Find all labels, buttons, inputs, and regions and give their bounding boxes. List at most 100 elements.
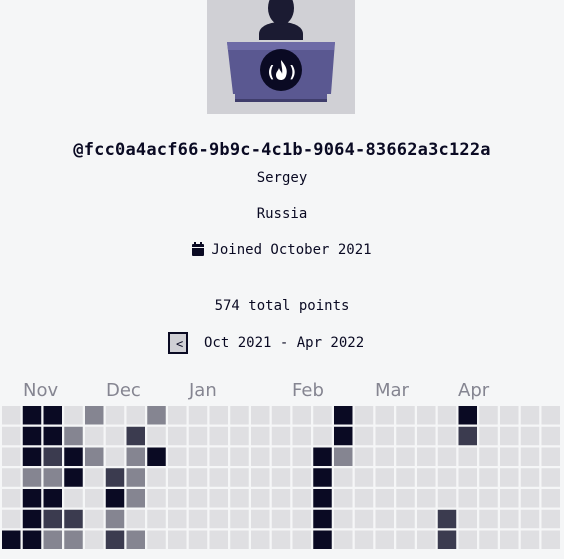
heatmap-cell[interactable] bbox=[437, 509, 457, 529]
heatmap-cell[interactable] bbox=[85, 426, 104, 446]
heatmap-cell[interactable] bbox=[43, 426, 63, 446]
heatmap-cell[interactable] bbox=[147, 468, 166, 487]
heatmap-cell[interactable] bbox=[375, 530, 395, 550]
heatmap-cell[interactable] bbox=[230, 426, 249, 446]
heatmap-cell[interactable] bbox=[64, 530, 83, 550]
heatmap-cell[interactable] bbox=[458, 406, 478, 425]
heatmap-cell[interactable] bbox=[458, 447, 478, 467]
heatmap-cell[interactable] bbox=[417, 406, 436, 425]
heatmap-cell[interactable] bbox=[64, 509, 83, 529]
heatmap-cell[interactable] bbox=[417, 447, 436, 467]
heatmap-cell[interactable] bbox=[126, 406, 146, 425]
heatmap-cell[interactable] bbox=[105, 426, 125, 446]
heatmap-cell[interactable] bbox=[168, 426, 187, 446]
heatmap-cell[interactable] bbox=[479, 509, 498, 529]
heatmap-cell[interactable] bbox=[188, 426, 208, 446]
heatmap-cell[interactable] bbox=[168, 530, 187, 550]
heatmap-cell[interactable] bbox=[209, 406, 229, 425]
heatmap-cell[interactable] bbox=[500, 406, 519, 425]
heatmap-cell[interactable] bbox=[313, 489, 332, 508]
heatmap-cell[interactable] bbox=[541, 489, 561, 508]
heatmap-cell[interactable] bbox=[251, 447, 270, 467]
heatmap-cell[interactable] bbox=[500, 468, 519, 487]
heatmap-cell[interactable] bbox=[85, 406, 104, 425]
heatmap-cell[interactable] bbox=[417, 509, 436, 529]
heatmap-cell[interactable] bbox=[500, 509, 519, 529]
heatmap-cell[interactable] bbox=[22, 406, 42, 425]
heatmap-cell[interactable] bbox=[251, 426, 270, 446]
heatmap-cell[interactable] bbox=[520, 406, 540, 425]
heatmap-cell[interactable] bbox=[2, 509, 21, 529]
heatmap-cell[interactable] bbox=[251, 406, 270, 425]
heatmap-cell[interactable] bbox=[271, 426, 291, 446]
heatmap-cell[interactable] bbox=[479, 468, 498, 487]
heatmap-cell[interactable] bbox=[520, 468, 540, 487]
heatmap-cell[interactable] bbox=[22, 426, 42, 446]
heatmap-cell[interactable] bbox=[230, 489, 249, 508]
heatmap-cell[interactable] bbox=[168, 489, 187, 508]
heatmap-cell[interactable] bbox=[64, 447, 83, 467]
heatmap-cell[interactable] bbox=[458, 468, 478, 487]
heatmap-cell[interactable] bbox=[85, 509, 104, 529]
heatmap-cell[interactable] bbox=[334, 468, 353, 487]
heatmap-cell[interactable] bbox=[479, 447, 498, 467]
heatmap-cell[interactable] bbox=[354, 530, 374, 550]
heatmap-cell[interactable] bbox=[479, 426, 498, 446]
heatmap-cell[interactable] bbox=[437, 468, 457, 487]
heatmap-cell[interactable] bbox=[541, 426, 561, 446]
heatmap-cell[interactable] bbox=[375, 509, 395, 529]
heatmap-cell[interactable] bbox=[43, 406, 63, 425]
heatmap-cell[interactable] bbox=[126, 530, 146, 550]
heatmap-cell[interactable] bbox=[437, 489, 457, 508]
heatmap-cell[interactable] bbox=[271, 406, 291, 425]
heatmap-cell[interactable] bbox=[292, 468, 312, 487]
heatmap-cell[interactable] bbox=[334, 426, 353, 446]
heatmap-cell[interactable] bbox=[230, 509, 249, 529]
heatmap-cell[interactable] bbox=[209, 426, 229, 446]
heatmap-cell[interactable] bbox=[105, 406, 125, 425]
heatmap-cell[interactable] bbox=[147, 509, 166, 529]
heatmap-cell[interactable] bbox=[292, 426, 312, 446]
heatmap-cell[interactable] bbox=[105, 447, 125, 467]
heatmap-cell[interactable] bbox=[541, 447, 561, 467]
heatmap-cell[interactable] bbox=[22, 447, 42, 467]
heatmap-cell[interactable] bbox=[354, 447, 374, 467]
heatmap-cell[interactable] bbox=[437, 447, 457, 467]
heatmap-cell[interactable] bbox=[354, 468, 374, 487]
heatmap-cell[interactable] bbox=[500, 447, 519, 467]
heatmap-cell[interactable] bbox=[64, 406, 83, 425]
heatmap-cell[interactable] bbox=[209, 509, 229, 529]
heatmap-cell[interactable] bbox=[188, 509, 208, 529]
heatmap-cell[interactable] bbox=[541, 530, 561, 550]
heatmap-cell[interactable] bbox=[520, 530, 540, 550]
heatmap-cell[interactable] bbox=[43, 509, 63, 529]
heatmap-cell[interactable] bbox=[230, 530, 249, 550]
heatmap-cell[interactable] bbox=[417, 530, 436, 550]
heatmap-cell[interactable] bbox=[396, 468, 415, 487]
heatmap-cell[interactable] bbox=[147, 406, 166, 425]
heatmap-cell[interactable] bbox=[209, 447, 229, 467]
heatmap-cell[interactable] bbox=[188, 489, 208, 508]
heatmap-cell[interactable] bbox=[313, 406, 332, 425]
heatmap-cell[interactable] bbox=[209, 530, 229, 550]
heatmap-cell[interactable] bbox=[500, 489, 519, 508]
heatmap-cell[interactable] bbox=[334, 509, 353, 529]
heatmap-cell[interactable] bbox=[313, 530, 332, 550]
heatmap-cell[interactable] bbox=[396, 426, 415, 446]
heatmap-cell[interactable] bbox=[147, 489, 166, 508]
heatmap-cell[interactable] bbox=[43, 447, 63, 467]
heatmap-cell[interactable] bbox=[251, 468, 270, 487]
heatmap-cell[interactable] bbox=[458, 426, 478, 446]
heatmap-cell[interactable] bbox=[188, 530, 208, 550]
heatmap-cell[interactable] bbox=[375, 468, 395, 487]
heatmap-cell[interactable] bbox=[2, 489, 21, 508]
heatmap-cell[interactable] bbox=[168, 509, 187, 529]
heatmap-cell[interactable] bbox=[230, 468, 249, 487]
heatmap-cell[interactable] bbox=[85, 489, 104, 508]
heatmap-cell[interactable] bbox=[271, 468, 291, 487]
heatmap-cell[interactable] bbox=[520, 426, 540, 446]
heatmap-cell[interactable] bbox=[417, 426, 436, 446]
heatmap-cell[interactable] bbox=[334, 447, 353, 467]
heatmap-cell[interactable] bbox=[251, 509, 270, 529]
heatmap-cell[interactable] bbox=[292, 489, 312, 508]
